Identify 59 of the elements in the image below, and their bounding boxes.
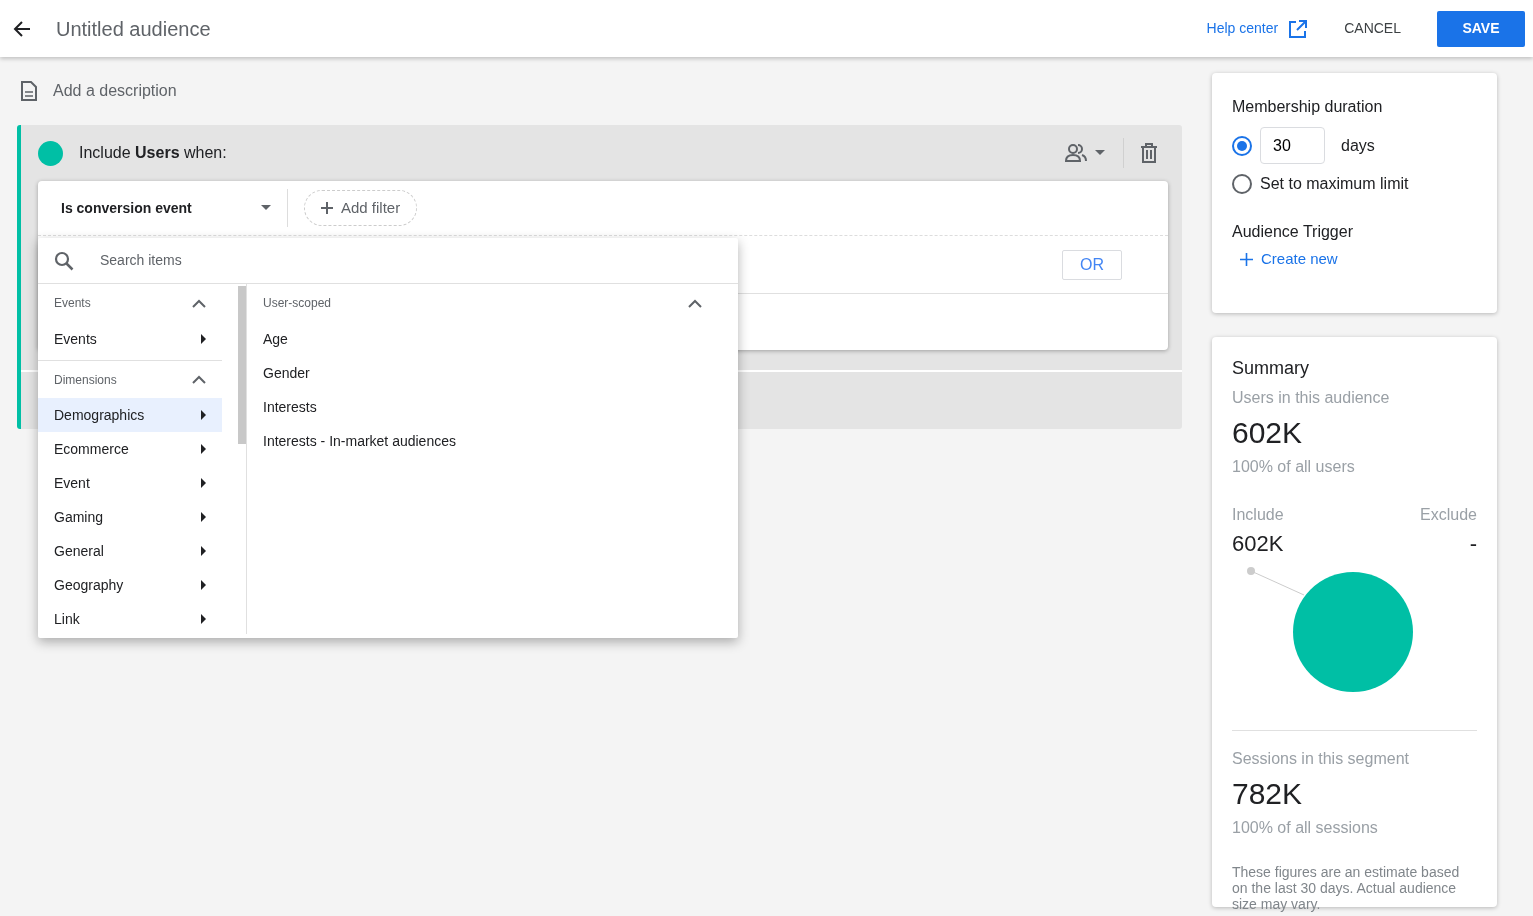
create-new-link[interactable]: Create new xyxy=(1240,248,1338,271)
include-value: 602K xyxy=(1232,530,1284,558)
submenu-arrow-icon xyxy=(201,512,206,522)
document-icon xyxy=(21,81,37,101)
submenu-arrow-icon xyxy=(201,546,206,556)
sessions-value: 782K xyxy=(1232,776,1304,812)
section-heading: User-scoped xyxy=(263,295,332,312)
help-center-link[interactable]: Help center xyxy=(1206,18,1279,39)
plus-icon xyxy=(321,202,333,214)
menu-item[interactable]: Demographics xyxy=(38,398,222,432)
radio-label: Set to maximum limit xyxy=(1260,174,1409,194)
audience-trigger-title: Audience Trigger xyxy=(1232,222,1354,242)
people-dropdown-icon[interactable] xyxy=(1065,143,1107,163)
page-title: Untitled audience xyxy=(56,16,211,42)
submenu-arrow-icon xyxy=(201,444,206,454)
cancel-button[interactable]: CANCEL xyxy=(1332,10,1413,47)
days-field[interactable]: 30 xyxy=(1260,127,1325,164)
users-share: 100% of all users xyxy=(1232,457,1356,477)
exclude-label: Exclude xyxy=(1420,505,1477,525)
menu-item[interactable]: Gender xyxy=(263,356,738,390)
scrollbar-thumb[interactable] xyxy=(238,286,246,444)
menu-item[interactable]: Interests - In-market audiences xyxy=(263,424,738,458)
include-label: Include xyxy=(1232,505,1284,525)
submenu-arrow-icon xyxy=(201,478,206,488)
submenu-arrow-icon xyxy=(201,614,206,624)
collapse-chevron-icon[interactable] xyxy=(688,299,702,309)
save-button[interactable]: SAVE xyxy=(1437,10,1525,47)
sessions-label: Sessions in this segment xyxy=(1232,749,1410,769)
section-heading: Dimensions xyxy=(54,371,117,389)
menu-item[interactable]: Interests xyxy=(263,390,738,424)
estimate-note: These figures are an estimate based on the last 30 days. Actual audience size may vary. xyxy=(1232,864,1461,913)
collapse-chevron-icon[interactable] xyxy=(192,298,206,308)
external-link-icon[interactable] xyxy=(1288,18,1309,39)
submenu-arrow-icon xyxy=(201,334,206,344)
trash-icon[interactable] xyxy=(1140,143,1158,163)
plus-icon xyxy=(1240,252,1253,266)
add-filter-button[interactable]: Add filter xyxy=(304,189,418,227)
users-value: 602K xyxy=(1232,415,1304,451)
back-arrow-icon[interactable] xyxy=(12,18,32,39)
submenu-arrow-icon xyxy=(201,580,206,590)
description-field[interactable]: Add a description xyxy=(53,79,177,103)
summary-title: Summary xyxy=(1232,357,1310,380)
days-unit: days xyxy=(1341,135,1375,156)
exclude-value: - xyxy=(1469,530,1477,558)
search-icon xyxy=(54,250,74,271)
group-heading: Include Users when: xyxy=(79,143,227,163)
radio-button[interactable] xyxy=(1232,174,1252,194)
section-heading: Events xyxy=(54,295,91,312)
radio-button[interactable] xyxy=(1232,135,1252,156)
or-button[interactable]: OR xyxy=(1062,249,1122,280)
users-label: Users in this audience xyxy=(1232,388,1391,408)
submenu-arrow-icon xyxy=(201,410,206,420)
collapse-chevron-icon[interactable] xyxy=(192,375,206,384)
membership-title: Membership duration xyxy=(1232,97,1384,117)
condition-dropdown[interactable]: Is conversion event xyxy=(61,197,261,219)
caret-icon[interactable] xyxy=(261,205,271,211)
menu-item[interactable]: Age xyxy=(263,322,738,356)
group-dot-icon xyxy=(38,140,63,166)
sessions-share: 100% of all sessions xyxy=(1232,818,1379,838)
